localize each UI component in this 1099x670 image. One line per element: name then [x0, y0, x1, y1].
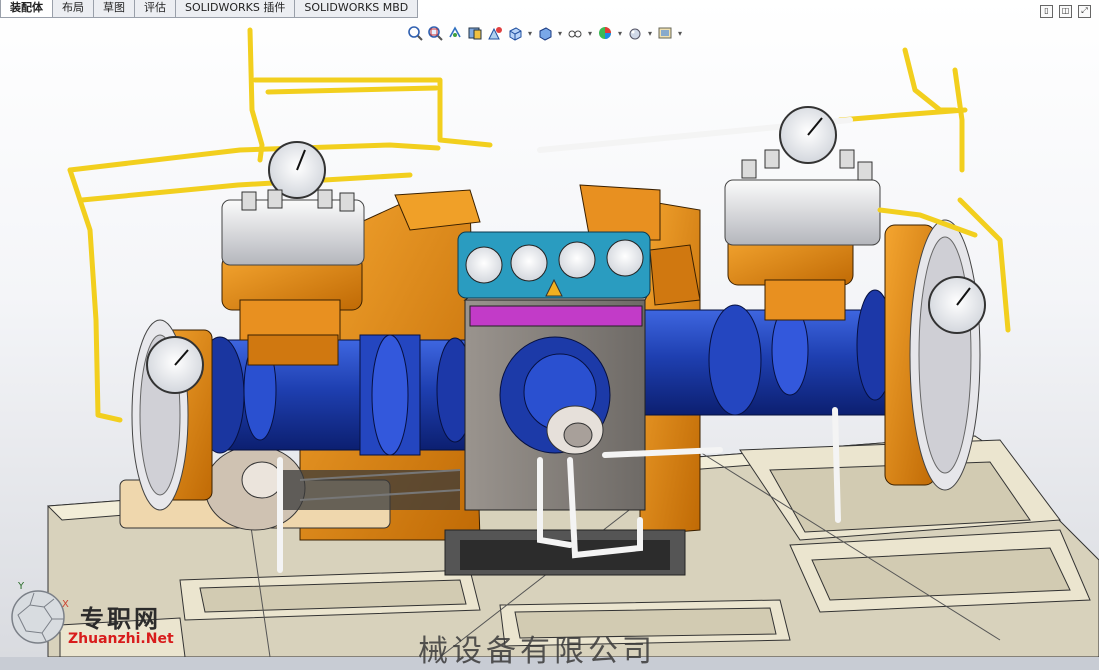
zoom-area-icon[interactable]	[426, 24, 444, 42]
chevron-down-icon[interactable]: ▾	[616, 24, 624, 42]
tab-sketch[interactable]: 草图	[93, 0, 135, 18]
heads-up-view-toolbar: ▾ ▾ ▾ ▾ ▾ ▾	[406, 24, 684, 42]
chevron-down-icon[interactable]: ▾	[676, 24, 684, 42]
watermark: Y X 专职网 Zhuanzhi.Net	[8, 567, 208, 653]
view-orientation-icon[interactable]	[506, 24, 524, 42]
pressure-gauge-left-cylinder	[146, 336, 204, 394]
chevron-down-icon[interactable]: ▾	[586, 24, 594, 42]
gauge-panel	[457, 231, 651, 299]
tab-assembly[interactable]: 装配体	[0, 0, 53, 18]
window-controls: ▯ ◫ ⤢	[1040, 5, 1091, 18]
assembly-model[interactable]	[0, 0, 1099, 657]
tile-icon[interactable]: ◫	[1059, 5, 1072, 18]
section-view-icon[interactable]	[466, 24, 484, 42]
previous-view-icon[interactable]	[446, 24, 464, 42]
expand-icon[interactable]: ⤢	[1078, 5, 1091, 18]
pressure-gauge-right-head	[779, 106, 837, 164]
tab-evaluate[interactable]: 评估	[134, 0, 176, 18]
pressure-gauge-right-cylinder	[928, 276, 986, 334]
tab-layout[interactable]: 布局	[52, 0, 94, 18]
edit-appearance-icon[interactable]	[596, 24, 614, 42]
chevron-down-icon[interactable]: ▾	[646, 24, 654, 42]
display-style-icon[interactable]	[536, 24, 554, 42]
tab-solidworks-addins[interactable]: SOLIDWORKS 插件	[175, 0, 296, 18]
hide-show-items-icon[interactable]	[566, 24, 584, 42]
watermark-cn: 专职网	[80, 604, 161, 633]
chevron-down-icon[interactable]: ▾	[526, 24, 534, 42]
graphics-viewport[interactable]: 装配体 布局 草图 评估 SOLIDWORKS 插件 SOLIDWORKS MB…	[0, 0, 1099, 669]
model-engraved-text: 械设备有限公司	[418, 634, 656, 669]
restore-icon[interactable]: ▯	[1040, 5, 1053, 18]
view-settings-icon[interactable]	[656, 24, 674, 42]
right-compressor-head	[724, 179, 881, 321]
watermark-en: Zhuanzhi.Net	[68, 631, 174, 647]
zoom-to-fit-icon[interactable]	[406, 24, 424, 42]
svg-text:X: X	[62, 599, 69, 610]
command-manager-tabs: 装配体 布局 草图 评估 SOLIDWORKS 插件 SOLIDWORKS MB…	[0, 0, 419, 18]
dynamic-annotation-icon[interactable]	[486, 24, 504, 42]
watermark-globe-icon: Y X	[11, 581, 69, 644]
svg-text:Y: Y	[17, 581, 25, 592]
apply-scene-icon[interactable]	[626, 24, 644, 42]
chevron-down-icon[interactable]: ▾	[556, 24, 564, 42]
tab-solidworks-mbd[interactable]: SOLIDWORKS MBD	[294, 0, 419, 18]
